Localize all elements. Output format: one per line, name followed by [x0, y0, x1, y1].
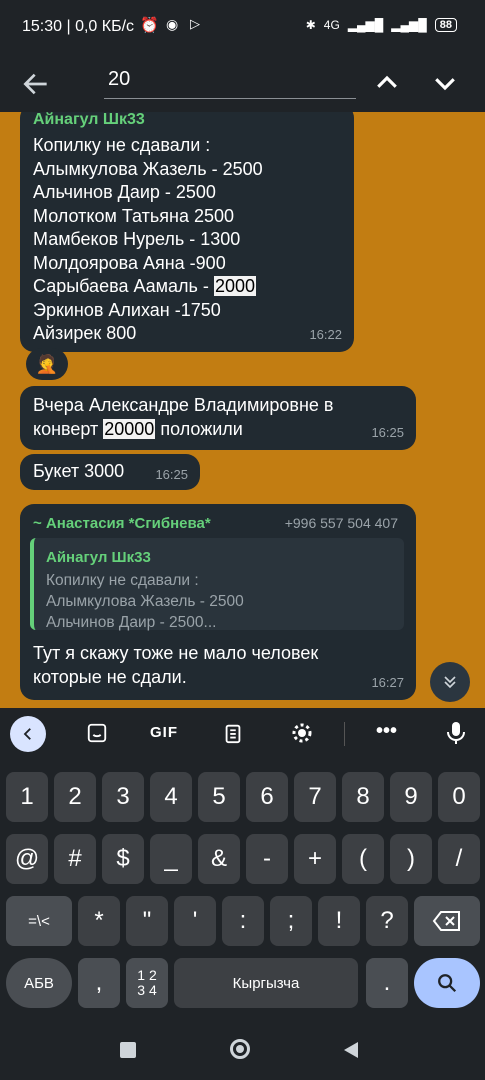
navigation-bar [0, 1020, 485, 1080]
microphone-icon[interactable] [444, 720, 468, 746]
key-underscore[interactable]: _ [150, 834, 192, 884]
key-semicolon[interactable]: ; [270, 896, 312, 946]
message-text: Букет 3000 [33, 461, 125, 481]
backspace-key[interactable] [414, 896, 480, 946]
bluetooth-icon: ✱ [305, 18, 316, 32]
key-quote[interactable]: " [126, 896, 168, 946]
keyboard-toolbar: GIF ••• [0, 708, 485, 760]
back-arrow-icon[interactable] [20, 68, 52, 100]
message-bubble[interactable]: Айнагул Шк33 Копилку не сдавали : Алымку… [20, 112, 354, 352]
key-4[interactable]: 4 [150, 772, 192, 822]
message-icon: ◉ [166, 16, 179, 32]
key-dollar[interactable]: $ [102, 834, 144, 884]
reaction-emoji[interactable]: 🤦 [26, 348, 68, 380]
search-input[interactable] [104, 64, 352, 95]
scroll-down-button[interactable] [430, 662, 470, 702]
sender-phone: +996 557 504 407 [284, 515, 398, 531]
key-apostrophe[interactable]: ' [174, 896, 216, 946]
key-6[interactable]: 6 [246, 772, 288, 822]
key-open-paren[interactable]: ( [342, 834, 384, 884]
key-5[interactable]: 5 [198, 772, 240, 822]
message-bubble[interactable]: ~ Анастасия *Сгибнева* +996 557 504 407 … [20, 504, 416, 700]
chevron-left-icon [23, 728, 31, 740]
key-slash[interactable]: / [438, 834, 480, 884]
key-3[interactable]: 3 [102, 772, 144, 822]
clipboard-icon[interactable] [222, 721, 244, 745]
message-time: 16:22 [309, 326, 342, 342]
play-icon: ▷ [190, 16, 200, 31]
search-header [0, 56, 485, 112]
network-type: 4G [323, 18, 340, 32]
chevron-up-icon[interactable] [372, 68, 402, 98]
search-highlight: 2000 [213, 276, 256, 296]
key-asterisk[interactable]: * [78, 896, 120, 946]
key-comma[interactable]: , [78, 958, 120, 1008]
key-2[interactable]: 2 [54, 772, 96, 822]
key-plus[interactable]: + [294, 834, 336, 884]
alarm-icon: ⏰ [140, 17, 159, 34]
space-key[interactable]: Кыргызча [174, 958, 358, 1008]
key-layout-switch[interactable]: АБВ [6, 958, 72, 1008]
signal2-icon: ▂▄▆█ [391, 18, 427, 32]
message-bubble[interactable]: Вчера Александре Владимировне в конверт … [20, 386, 416, 450]
search-icon [438, 974, 457, 993]
collapse-toolbar-button[interactable] [10, 716, 46, 752]
backspace-icon [432, 911, 460, 931]
key-7[interactable]: 7 [294, 772, 336, 822]
key-8[interactable]: 8 [342, 772, 384, 822]
chat-area[interactable]: Айнагул Шк33 Копилку не сдавали : Алымку… [0, 112, 485, 708]
message-text: Копилку не сдавали : Алымкулова Жазель -… [33, 135, 263, 343]
double-chevron-down-icon [444, 676, 456, 689]
key-0[interactable]: 0 [438, 772, 480, 822]
recents-icon[interactable] [120, 1042, 136, 1058]
key-ampersand[interactable]: & [198, 834, 240, 884]
home-icon[interactable] [230, 1039, 250, 1059]
sticker-icon[interactable] [86, 722, 108, 744]
message-time: 16:27 [371, 674, 404, 690]
battery-indicator: 88 [434, 18, 457, 32]
key-close-paren[interactable]: ) [390, 834, 432, 884]
message-sender: Айнагул Шк33 [33, 112, 145, 128]
signal-icon: ▂▄▆█ [347, 18, 384, 32]
chevron-down-icon[interactable] [430, 68, 460, 98]
gear-icon[interactable] [290, 721, 314, 745]
search-key[interactable] [414, 958, 480, 1008]
search-field[interactable] [104, 64, 356, 99]
message-time: 16:25 [155, 466, 188, 482]
key-hash[interactable]: # [54, 834, 96, 884]
gif-button[interactable]: GIF [150, 724, 178, 741]
message-bubble[interactable]: Букет 3000 16:25 [20, 454, 200, 490]
more-icon[interactable]: ••• [376, 720, 397, 743]
key-1[interactable]: 1 [6, 772, 48, 822]
key-numpad[interactable]: 1 2 3 4 [126, 958, 168, 1008]
message-time: 16:25 [371, 424, 404, 440]
key-at[interactable]: @ [6, 834, 48, 884]
search-highlight: 20000 [103, 418, 156, 439]
keyboard: 1 2 3 4 5 6 7 8 9 0 @ # $ _ & - + ( ) / … [0, 760, 485, 1020]
back-nav-icon[interactable] [342, 1040, 360, 1060]
key-question[interactable]: ? [366, 896, 408, 946]
status-bar: 15:30 | 0,0 КБ/с ⏰ ◉ ▷ ✱ 4G ▂▄▆█ ▂▄▆█ 88 [0, 0, 485, 56]
key-colon[interactable]: : [222, 896, 264, 946]
key-period[interactable]: . [366, 958, 408, 1008]
key-exclamation[interactable]: ! [318, 896, 360, 946]
message-sender: ~ Анастасия *Сгибнева* [33, 515, 211, 532]
key-9[interactable]: 9 [390, 772, 432, 822]
quoted-message[interactable]: Айнагул Шк33 Копилку не сдавали : Алымку… [30, 538, 404, 631]
quote-sender: Айнагул Шк33 [46, 549, 151, 566]
key-minus[interactable]: - [246, 834, 288, 884]
key-symbols-2[interactable]: =\< [6, 896, 72, 946]
message-text: Тут я скажу тоже не мало человек которые… [33, 643, 319, 687]
status-time: 15:30 | 0,0 КБ/с [22, 18, 135, 35]
